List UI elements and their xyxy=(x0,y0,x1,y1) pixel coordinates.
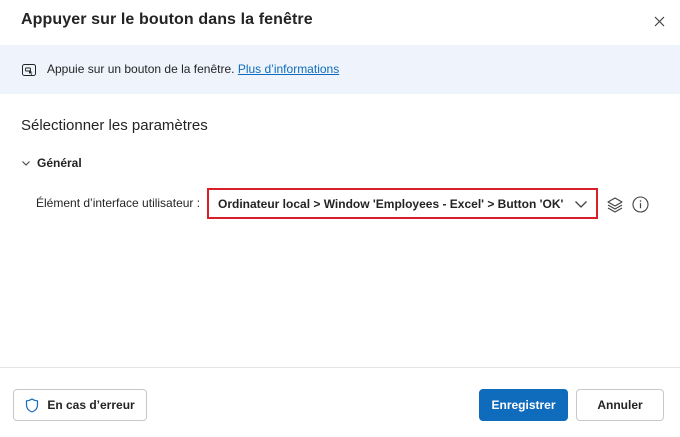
cancel-button[interactable]: Annuler xyxy=(576,389,664,421)
info-banner: Appuie sur un bouton de la fenêtre. Plus… xyxy=(0,45,680,94)
dialog-header: Appuyer sur le bouton dans la fenêtre xyxy=(0,0,680,45)
section-title: Sélectionner les paramètres xyxy=(21,117,208,134)
group-label: Général xyxy=(37,156,82,170)
more-info-link[interactable]: Plus d’informations xyxy=(238,62,339,76)
banner-text-row: Appuie sur un bouton de la fenêtre. Plus… xyxy=(47,62,339,76)
group-general-toggle[interactable]: Général xyxy=(20,154,82,172)
dialog-title: Appuyer sur le bouton dans la fenêtre xyxy=(21,11,313,28)
layers-icon[interactable] xyxy=(606,196,624,214)
on-error-button[interactable]: En cas d’erreur xyxy=(13,389,147,421)
chevron-down-icon xyxy=(22,161,30,166)
chevron-down-icon xyxy=(575,201,587,208)
on-error-label: En cas d’erreur xyxy=(47,398,135,412)
banner-text: Appuie sur un bouton de la fenêtre. xyxy=(47,62,235,76)
dialog: Appuyer sur le bouton dans la fenêtre Ap… xyxy=(0,0,680,437)
close-button[interactable] xyxy=(648,10,670,32)
ui-element-label: Élément d’interface utilisateur : xyxy=(36,196,201,210)
window-button-icon xyxy=(22,64,36,76)
close-icon xyxy=(654,16,664,26)
ui-element-dropdown[interactable]: Ordinateur local > Window 'Employees - E… xyxy=(207,188,598,219)
info-icon[interactable] xyxy=(632,196,649,213)
save-button[interactable]: Enregistrer xyxy=(479,389,568,421)
footer-divider xyxy=(0,367,680,368)
shield-icon xyxy=(26,397,39,413)
ui-element-value: Ordinateur local > Window 'Employees - E… xyxy=(218,197,564,211)
